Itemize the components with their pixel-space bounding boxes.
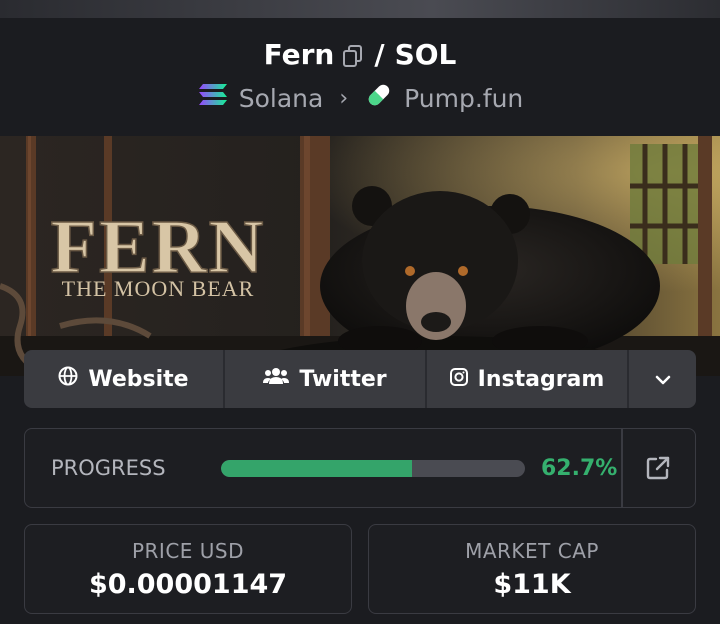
breadcrumb-arrow: › <box>339 85 349 111</box>
chain-name[interactable]: Solana <box>239 84 324 113</box>
instagram-icon <box>449 367 468 392</box>
social-links-bar: Website Twitter Instagram <box>24 350 696 408</box>
external-link-icon[interactable] <box>645 455 671 481</box>
twitter-button[interactable]: Twitter <box>225 350 427 408</box>
market-cap-value: $11K <box>493 569 571 600</box>
website-button[interactable]: Website <box>24 350 225 408</box>
pair-header: Fern / SOL Solana › Pump.fun <box>0 34 720 114</box>
progress-value: 62.7% <box>541 455 618 481</box>
pair-separator: / <box>374 37 385 71</box>
instagram-button[interactable]: Instagram <box>427 350 629 408</box>
token-name: Fern <box>263 37 335 71</box>
pill-icon <box>364 80 394 116</box>
progress-bar-fill <box>221 459 412 477</box>
bonding-progress-panel: PROGRESS 62.7% <box>24 428 696 508</box>
globe-icon <box>58 366 78 392</box>
panel-divider <box>621 429 623 507</box>
more-links-button[interactable] <box>629 350 696 408</box>
token-banner-image: FERN THE MOON BEAR <box>0 136 720 376</box>
users-icon <box>263 366 290 392</box>
top-edge-strip <box>0 0 720 18</box>
pair-title: Fern / SOL <box>0 34 720 74</box>
twitter-label: Twitter <box>299 366 387 392</box>
chevron-down-icon <box>654 367 672 392</box>
progress-bar <box>221 459 525 477</box>
website-label: Website <box>88 366 189 392</box>
quote-token: SOL <box>394 37 457 71</box>
instagram-label: Instagram <box>477 366 605 392</box>
progress-label: PROGRESS <box>51 456 166 480</box>
market-cap-label: MARKET CAP <box>465 539 599 563</box>
price-label: PRICE USD <box>131 539 245 563</box>
price-value: $0.00001147 <box>88 569 288 600</box>
solana-icon <box>197 82 229 114</box>
price-usd-card: PRICE USD $0.00001147 <box>24 524 352 614</box>
market-cap-card: MARKET CAP $11K <box>368 524 696 614</box>
copy-icon[interactable] <box>342 42 364 67</box>
banner-subtitle: THE MOON BEAR <box>62 276 255 301</box>
launchpad-name[interactable]: Pump.fun <box>404 84 523 113</box>
chain-breadcrumb: Solana › Pump.fun <box>0 82 720 114</box>
